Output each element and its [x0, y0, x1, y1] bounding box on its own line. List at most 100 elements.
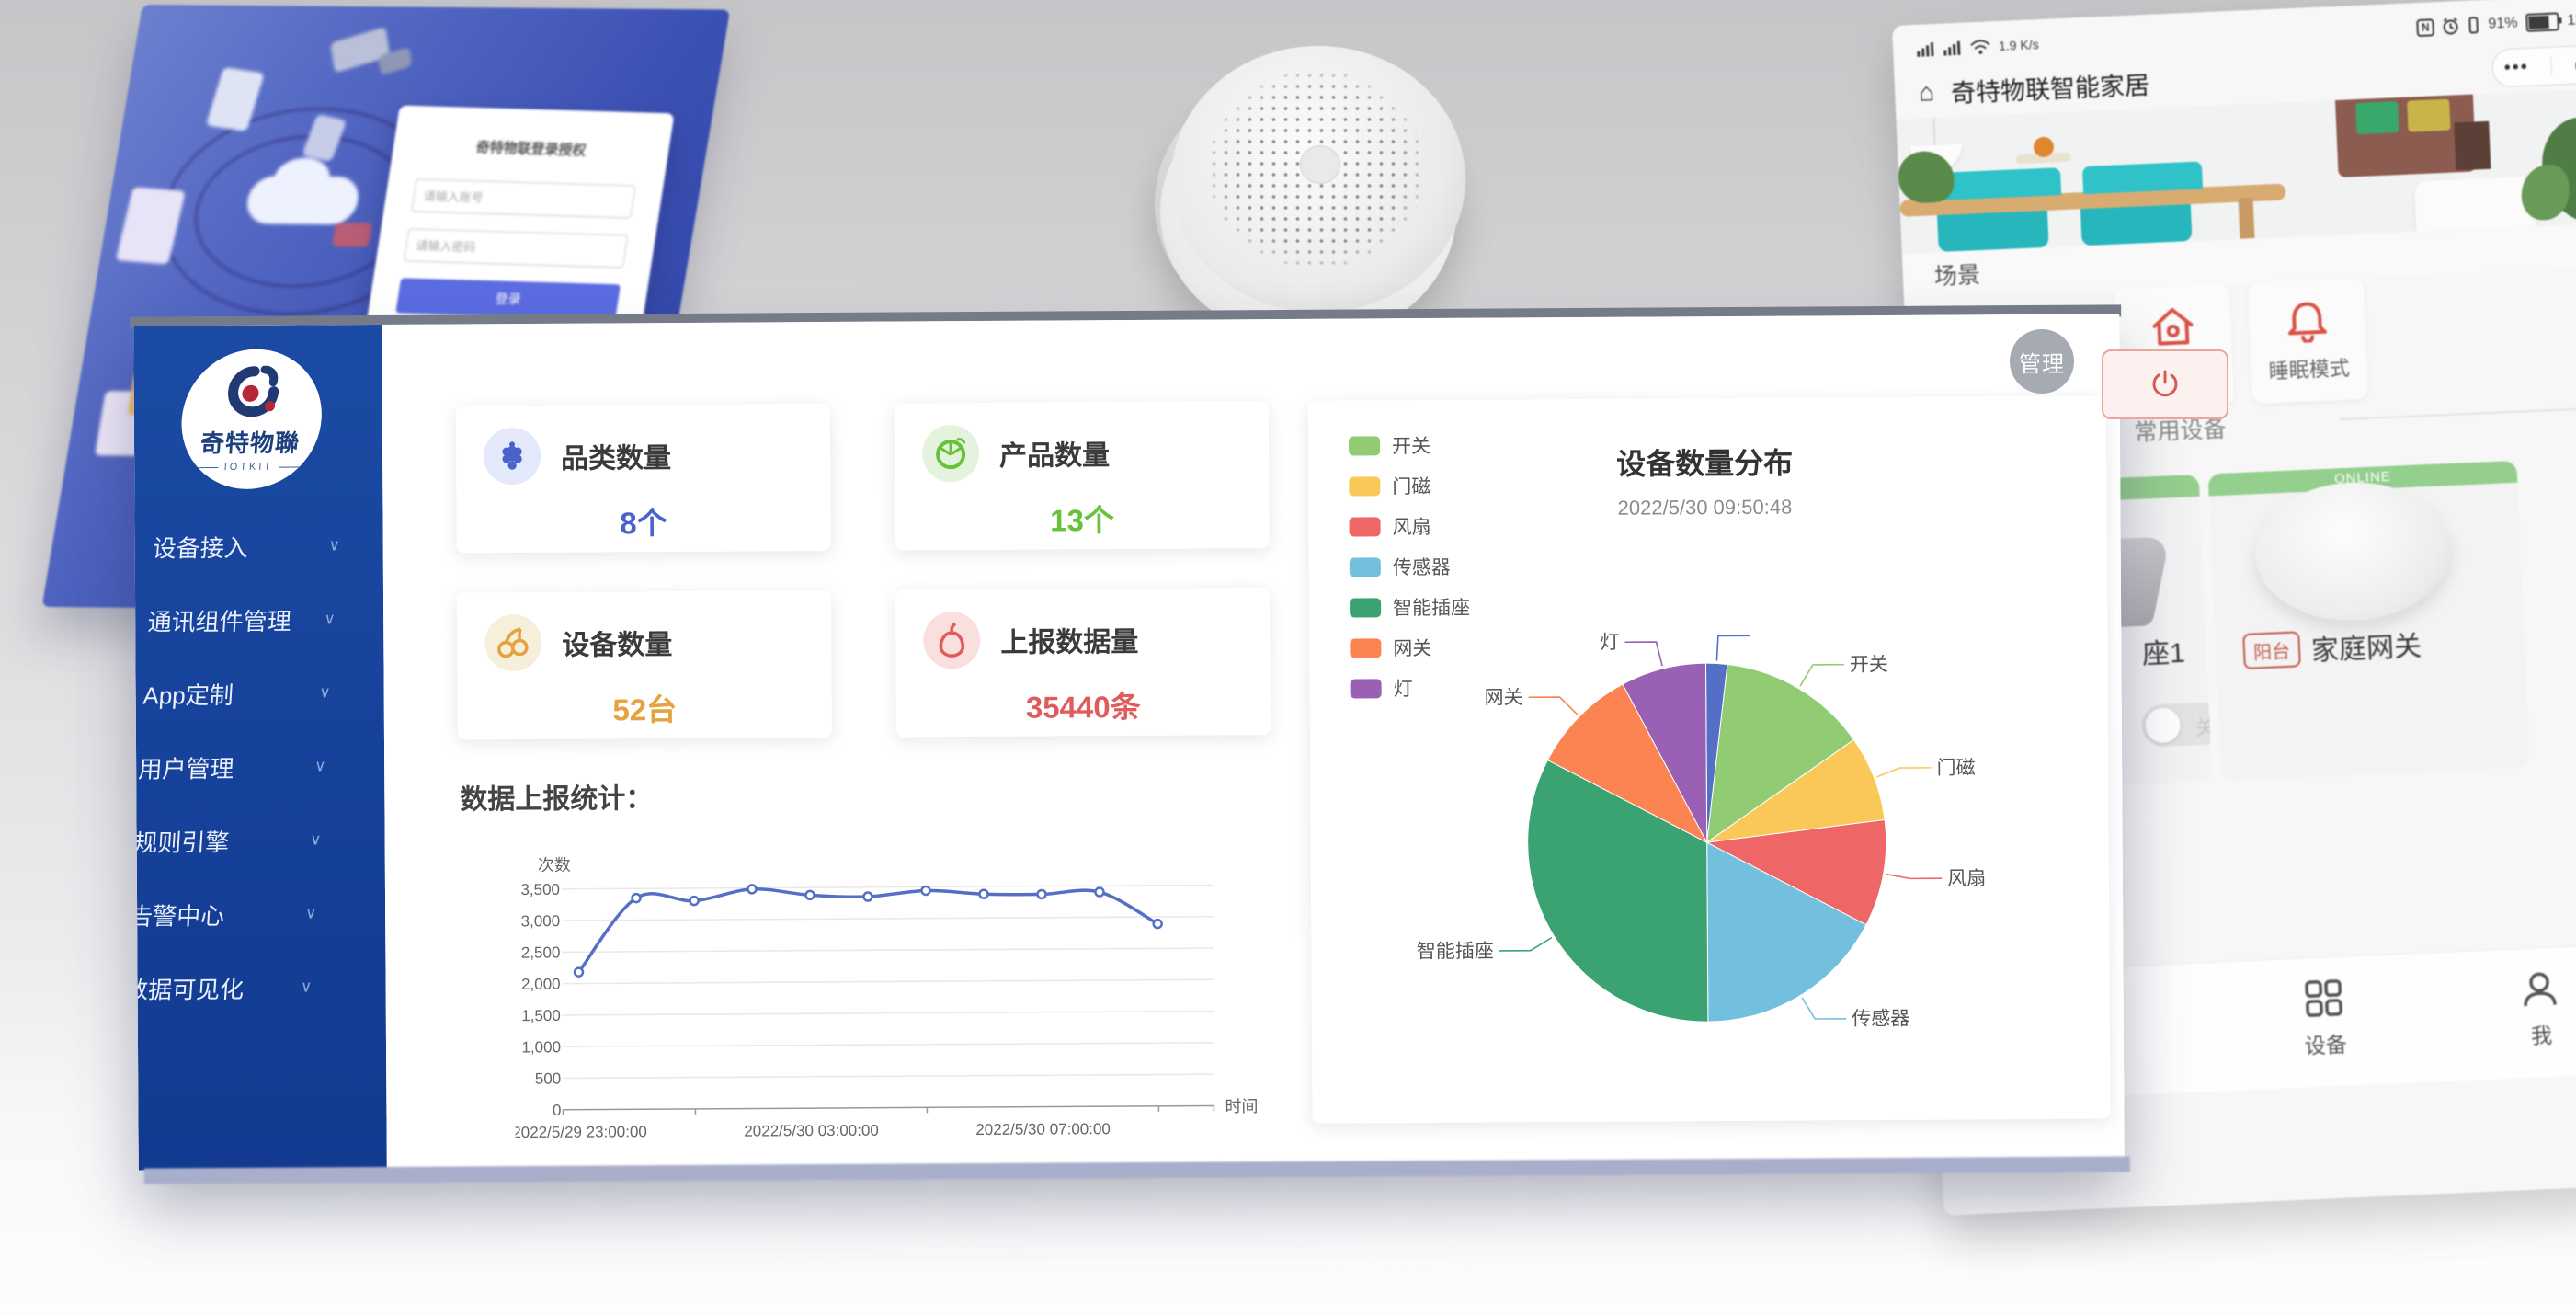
stat-value: 52台 — [485, 684, 804, 730]
stat-card-report-volume: 上报数据量 35440条 — [895, 588, 1271, 737]
toggle-knob — [2145, 707, 2182, 744]
bell-icon — [2285, 298, 2329, 344]
stat-title: 上报数据量 — [1000, 619, 1138, 660]
password-input[interactable] — [404, 228, 628, 268]
svg-text:次数: 次数 — [538, 856, 571, 875]
lime-icon — [922, 425, 979, 482]
scene-section-label: 场景 — [1933, 257, 1981, 292]
clock-time: 12:08 — [2567, 11, 2576, 29]
chevron-down-icon: ∨ — [313, 757, 326, 775]
device-name: 家庭网关 — [2310, 623, 2422, 669]
divider — [2340, 406, 2576, 420]
tab-label: 我 — [2530, 1018, 2552, 1050]
chevron-down-icon: ∨ — [319, 683, 332, 702]
stat-card-categories: 品类数量 8个 — [456, 404, 831, 553]
nfc-icon: N — [2416, 18, 2434, 37]
stat-title: 产品数量 — [999, 432, 1110, 474]
battery-percent: 91% — [2488, 15, 2518, 32]
svg-text:1,000: 1,000 — [521, 1038, 561, 1056]
wifi-icon — [1970, 39, 1991, 55]
person-icon — [2518, 967, 2560, 1010]
speaker-logo — [1300, 145, 1340, 184]
device-pie-chart[interactable]: 开关门磁风扇传感器智能插座网关灯 — [1308, 396, 2111, 1124]
tab-label: 设备 — [2304, 1026, 2347, 1059]
smart-speaker-image — [1166, 46, 1471, 327]
power-icon — [2149, 369, 2181, 400]
stat-value: 8个 — [484, 497, 803, 543]
app-title: 奇特物联智能家居 — [1950, 64, 2149, 109]
sidebar-item-app-custom[interactable]: App定制∨ — [133, 656, 360, 731]
signal-icon — [1917, 41, 1936, 57]
tab-me[interactable]: 我 — [2518, 967, 2562, 1050]
username-input[interactable] — [411, 178, 635, 218]
admin-dashboard: 奇特物聯 IOTKIT 设备接入∨ 通讯组件管理∨ App定制∨ 用户管理∨ 规… — [133, 314, 2125, 1170]
home-icon[interactable]: ⌂ — [1919, 77, 1935, 108]
battery-icon — [2525, 12, 2559, 32]
chevron-down-icon: ∨ — [304, 904, 317, 922]
sidebar-item-alert-center[interactable]: 告警中心∨ — [133, 876, 347, 952]
gateway-image — [2252, 478, 2453, 624]
chevron-down-icon: ∨ — [328, 536, 341, 555]
svg-text:智能插座: 智能插座 — [1417, 941, 1494, 963]
svg-text:门磁: 门磁 — [1936, 758, 1975, 779]
net-speed: 1.9 K/s — [1999, 37, 2039, 53]
pear-icon — [923, 612, 980, 669]
sidebar-item-user-mgmt[interactable]: 用户管理∨ — [133, 729, 356, 805]
svg-text:2022/5/29 23:00:00: 2022/5/29 23:00:00 — [514, 1123, 647, 1141]
svg-text:传感器: 传感器 — [1852, 1008, 1909, 1029]
svg-text:2022/5/30 03:00:00: 2022/5/30 03:00:00 — [744, 1122, 879, 1140]
device-toggle[interactable]: 关 — [2140, 702, 2212, 748]
stat-value: 35440条 — [924, 681, 1243, 727]
sidebar-item-comm-components[interactable]: 通讯组件管理∨ — [133, 582, 365, 658]
device-card-gateway[interactable]: ONLINE 阳台 家庭网关 — [2208, 461, 2530, 781]
sidebar-item-data-visualization[interactable]: 数据可见化∨ — [133, 950, 342, 1025]
logo-name: 奇特物聯 — [199, 424, 301, 459]
svg-text:2,500: 2,500 — [521, 943, 561, 961]
svg-text:开关: 开关 — [1850, 654, 1888, 675]
svg-text:3,500: 3,500 — [520, 881, 560, 898]
house-icon — [2149, 304, 2198, 349]
admin-avatar-badge[interactable]: 管理 — [2010, 329, 2074, 394]
sidebar-item-device-access[interactable]: 设备接入∨ — [133, 509, 370, 584]
logo-subtitle: IOTKIT — [198, 462, 299, 474]
report-line-chart: 次数05001,0001,5002,0002,5003,0003,500时间20… — [514, 848, 1288, 1161]
svg-text:时间: 时间 — [1225, 1097, 1258, 1115]
grapes-icon — [484, 428, 541, 485]
svg-text:500: 500 — [535, 1069, 561, 1087]
svg-text:2,000: 2,000 — [521, 976, 561, 993]
sidebar: 奇特物聯 IOTKIT 设备接入∨ 通讯组件管理∨ App定制∨ 用户管理∨ 规… — [133, 325, 387, 1171]
power-button[interactable] — [2102, 349, 2228, 419]
mode-card-sleep[interactable]: 睡眠模式 — [2248, 278, 2369, 404]
device-name: 座1 — [2141, 630, 2186, 672]
svg-text:1,500: 1,500 — [521, 1007, 561, 1024]
stat-value: 13个 — [922, 495, 1241, 541]
stat-card-devices: 设备数量 52台 — [457, 590, 832, 739]
login-card: 奇特物联登录授权 登录 — [364, 105, 674, 345]
dashboard-main: 品类数量 8个 产品数量 13个 — [382, 314, 2125, 1169]
svg-text:2022/5/30 07:00:00: 2022/5/30 07:00:00 — [975, 1120, 1111, 1138]
svg-text:3,000: 3,000 — [521, 912, 561, 930]
chevron-down-icon: ∨ — [324, 610, 336, 628]
grid-icon — [2303, 978, 2345, 1020]
room-tag-badge: 阳台 — [2242, 631, 2301, 669]
alarm-icon — [2442, 17, 2459, 35]
vibrate-icon — [2467, 17, 2480, 34]
logo-icon — [221, 366, 285, 423]
svg-text:网关: 网关 — [1485, 687, 1523, 708]
more-menu-icon[interactable]: ••• — [2503, 56, 2529, 78]
tab-devices[interactable]: 设备 — [2302, 978, 2348, 1060]
chevron-down-icon: ∨ — [300, 978, 313, 996]
toggle-state: 关 — [2194, 711, 2212, 741]
miniprogram-capsule: ••• ◉ — [2491, 44, 2576, 87]
sidebar-menu: 设备接入∨ 通讯组件管理∨ App定制∨ 用户管理∨ 规则引擎∨ 告警中心∨ 数… — [133, 509, 370, 1025]
logo: 奇特物聯 IOTKIT — [177, 349, 326, 489]
scene: 奇特物联登录授权 登录 1.9 K/s N 91% — [0, 0, 2576, 1315]
mode-label: 睡眠模式 — [2268, 352, 2350, 385]
login-title: 奇特物联登录授权 — [420, 135, 643, 161]
stat-title: 品类数量 — [561, 435, 671, 476]
cherries-icon — [484, 614, 541, 671]
sidebar-item-rule-engine[interactable]: 规则引擎∨ — [133, 803, 351, 878]
pie-card: 设备数量分布 2022/5/30 09:50:48 开关门磁风扇传感器智能插座网… — [1308, 396, 2111, 1124]
svg-text:灯: 灯 — [1600, 632, 1619, 653]
chevron-down-icon: ∨ — [309, 830, 322, 849]
